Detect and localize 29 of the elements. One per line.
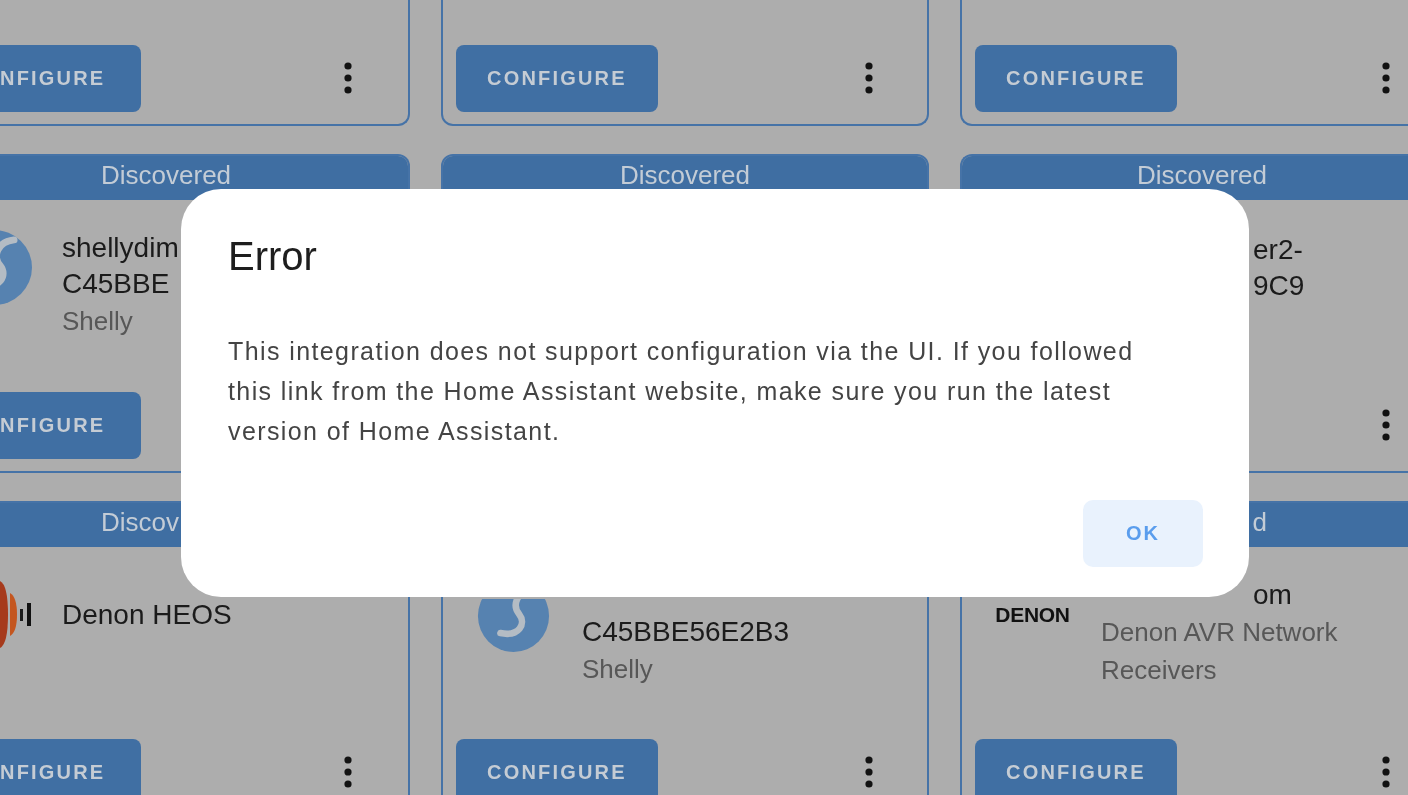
swirl-logo-icon: [477, 599, 550, 652]
device-name: C45BBE56E2B3: [582, 614, 790, 649]
device-name: Denon HEOS: [62, 597, 232, 632]
more-vertical-icon: [865, 62, 873, 94]
more-vertical-icon: [1382, 62, 1390, 94]
integration-name: Denon AVR Network Receivers: [1101, 616, 1339, 687]
device-name: shellydim C45BBE: [62, 231, 179, 301]
configure-button[interactable]: CONFIGURE: [456, 739, 658, 795]
configure-button[interactable]: NFIGURE: [0, 739, 142, 795]
more-vertical-icon: [865, 756, 873, 788]
swirl-logo-icon: [0, 230, 32, 305]
device-name: er2- 9C9: [1253, 232, 1305, 303]
more-vertical-icon: [344, 62, 352, 94]
dialog-title: Error: [228, 233, 317, 280]
more-vertical-icon: [1382, 756, 1390, 788]
more-vertical-icon: [344, 756, 352, 788]
configure-button[interactable]: CONFIGURE: [975, 45, 1177, 112]
dialog-message: This integration does not support configuration via the UI. If you followed this link from the Home Assistant website, make sure you run the latest version of Home Assistant.: [228, 336, 1135, 447]
configure-button[interactable]: CONFIGURE: [975, 739, 1177, 795]
integration-name: Shelly: [62, 305, 133, 338]
more-vertical-icon: [1382, 409, 1390, 441]
logo-wordmark: DENON: [995, 604, 1070, 625]
device-name: om: [1253, 578, 1292, 612]
integration-name: Shelly: [582, 652, 653, 686]
configure-button[interactable]: NFIGURE: [0, 392, 142, 459]
configure-button[interactable]: CONFIGURE: [456, 45, 658, 112]
ok-button[interactable]: OK: [1083, 500, 1203, 567]
sound-bars-icon: [0, 581, 32, 648]
configure-button[interactable]: NFIGURE: [0, 45, 142, 112]
